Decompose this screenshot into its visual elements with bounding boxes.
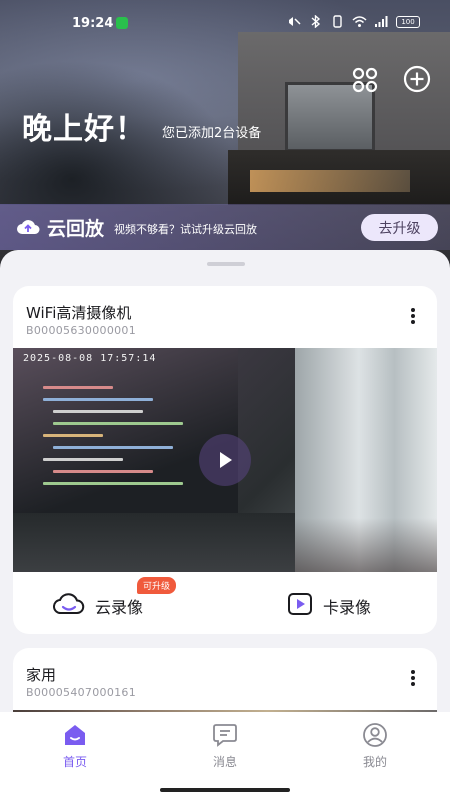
house-light <box>250 170 410 192</box>
cloud-record-icon[interactable] <box>53 592 85 616</box>
video-scene-shadow <box>295 518 437 572</box>
scene-grid-icon[interactable] <box>351 66 379 94</box>
nav-messages[interactable]: 消息 <box>180 722 270 770</box>
video-scene-monitor <box>13 348 238 518</box>
silent-icon <box>289 17 301 26</box>
profile-icon <box>363 723 387 747</box>
play-button[interactable] <box>199 434 251 486</box>
banner-title: 云回放 <box>47 218 105 240</box>
live-video-preview[interactable]: 2025-08-08 17:57:14 <box>13 348 437 572</box>
device-count: 您已添加2台设备 <box>162 126 262 141</box>
status-bar: 19:24 100 <box>0 0 450 48</box>
card-record-label[interactable]: 卡录像 <box>323 594 371 618</box>
cloud-upload-icon <box>17 220 40 234</box>
upgrade-badge: 可升级 <box>137 577 177 594</box>
nav-profile-label: 我的 <box>362 755 387 769</box>
app-notification-icon <box>116 17 128 29</box>
wifi-icon <box>352 16 367 27</box>
home-indicator[interactable] <box>160 788 290 792</box>
battery-icon: 100 <box>396 15 420 28</box>
banner-subtitle: 视频不够看？试试升级云回放 <box>114 223 257 236</box>
status-time: 19:24 <box>72 16 114 31</box>
nav-home[interactable]: 首页 <box>30 722 120 770</box>
vibrate-icon <box>333 15 342 28</box>
home-icon <box>65 725 85 745</box>
bluetooth-icon <box>311 15 321 28</box>
nav-home-label: 首页 <box>62 755 87 769</box>
nav-messages-label: 消息 <box>212 755 237 769</box>
sheet-handle[interactable] <box>207 262 245 266</box>
upgrade-button[interactable]: 去升级 <box>361 214 438 241</box>
record-actions: 云录像 可升级 卡录像 <box>13 577 437 630</box>
status-icons: 100 <box>286 15 420 28</box>
cloud-record-label[interactable]: 云录像 <box>95 594 143 618</box>
device-id: B00005630000001 <box>26 324 137 337</box>
device-id: B00005407000161 <box>26 686 137 699</box>
video-timestamp: 2025-08-08 17:57:14 <box>23 353 157 364</box>
device-card[interactable]: WiFi高清摄像机 B00005630000001 2025-08-08 17:… <box>13 286 437 634</box>
more-options-icon[interactable] <box>405 306 421 328</box>
more-options-icon[interactable] <box>405 668 421 690</box>
nav-profile[interactable]: 我的 <box>330 722 420 770</box>
card-record-icon[interactable] <box>287 592 313 616</box>
play-icon <box>220 452 232 468</box>
add-circle-icon[interactable] <box>403 65 431 93</box>
signal-icon <box>375 16 388 27</box>
device-name: 家用 <box>26 666 57 684</box>
bottom-navigation: 首页 消息 我的 <box>0 712 450 800</box>
message-icon <box>213 724 237 747</box>
greeting-title: 晚上好！ <box>22 112 146 147</box>
device-name: WiFi高清摄像机 <box>26 304 132 322</box>
video-scene-desk <box>13 513 303 572</box>
